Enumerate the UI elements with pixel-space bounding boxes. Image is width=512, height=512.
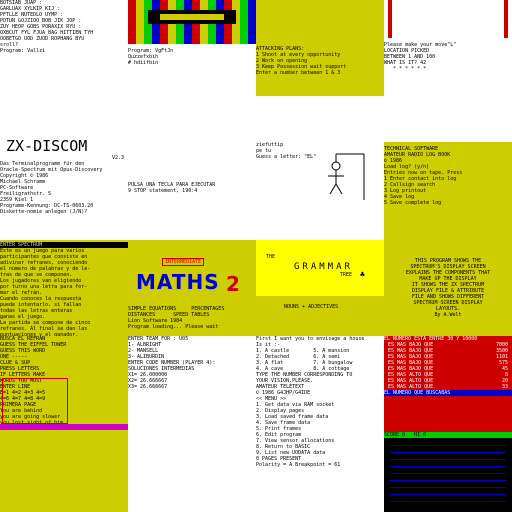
text-fragment — [128, 136, 256, 142]
red-border-right — [504, 0, 508, 38]
text-block: Please make your move"L" LOCATION PICKED B… — [384, 0, 512, 72]
screen-adventure-teletext[interactable]: First I want you to envisage a house Is i… — [256, 336, 384, 512]
screen-radio-logbook[interactable]: TECHNICAL SOFTWARE AMATEUR RADIO LOG BOOK… — [384, 96, 512, 240]
screen-display-explainer[interactable]: THIS PROGRAM SHOWS THE SPECTRUM'S DISPLAY… — [384, 240, 512, 336]
text-line: By A.Welt — [434, 312, 462, 318]
text-block: BOTSIAB JUAP : GARLUAX XYLKIP KIJ : PFTLLE… — [0, 0, 128, 54]
level-badge: INTERMEDIATE — [162, 258, 205, 266]
text-line: # hdiifbin — [128, 60, 159, 66]
screen-run-prompt[interactable]: PULSA UNA TECLA PARA EJECUTAR 9 STOP stat… — [128, 96, 256, 240]
text-block: SIMPLE EQUATIONS PERCENTAGES DISTANCES SP… — [128, 306, 256, 330]
subtitle: NOUNS + ADJECTIVES — [284, 304, 339, 310]
screen-maze-game[interactable]: SCORE 0 HI 0 — [384, 432, 512, 512]
text-block: Das Terminalprogramm für den Oracle-Spect… — [0, 161, 128, 215]
guess-value: 33 — [501, 384, 508, 390]
screen-maths2[interactable]: INTERMEDIATE MATHS 2 SIMPLE EQUATIONS PE… — [128, 240, 256, 336]
grammar-tree: TREE — [340, 272, 353, 278]
white-top-band — [384, 96, 512, 142]
rows: ES MAS BAJO QUE 7000 ES MAS BAJO QUE 3500 ES… — [384, 342, 512, 390]
text-line: Polarity = A Breakpoint = 61 — [256, 462, 341, 468]
text-line: Enter a number between 1 & 3 — [256, 70, 341, 76]
yellow-band — [160, 14, 224, 20]
text-line: X3= 26.666667 — [128, 384, 168, 390]
text-line: 5 Save complete log — [384, 200, 442, 206]
page-title: ZX-DISCOM — [6, 138, 88, 155]
grammar-the: THE — [266, 254, 276, 260]
screen-word-puzzle[interactable]: BOTSIAB JUAP : GARLUAX XYLKIP KIJ : PFTLLE… — [0, 0, 128, 96]
screen-team-entry[interactable]: ENTER TEAM FOR : U05 1- ALBRIGHT 2- MANSEL… — [128, 336, 256, 512]
maths-logo-number: 2 — [226, 272, 240, 296]
magenta-bar — [0, 424, 128, 430]
score-bar: SCORE 0 HI 0 — [384, 432, 512, 438]
screen-refranes-intro[interactable]: ENTER SPECTRUM Este es un juego para var… — [0, 240, 128, 336]
screen-football-tactics[interactable]: ATTACKING PLANS: 1 Shoot at every opportu… — [256, 0, 384, 96]
grammar-title: GRAMMAR — [294, 262, 353, 272]
maths-logo: MATHS — [136, 270, 220, 294]
text-line: Program loading... Please wait — [128, 324, 219, 330]
screenshot-mosaic: BOTSIAB JUAP : GARLUAX XYLKIP KIJ : PFTLLE… — [0, 0, 512, 512]
maze-field — [390, 442, 506, 508]
footer-bar: EL NUMERO QUE BUSCABAS — [384, 390, 512, 396]
screen-number-guess[interactable]: Please make your move"L" LOCATION PICKED B… — [384, 0, 512, 96]
text-block: Program: VgFtJn Quzzefxbih # hdiifbin — [128, 48, 256, 66]
text-block: ENTER TEAM FOR : U05 1- ALBRIGHT 2- MANSEL… — [128, 336, 256, 390]
text-block: THIS PROGRAM SHOWS THE SPECTRUM'S DISPLAY… — [384, 240, 512, 318]
text-line: 9 STOP statement, 190:4 — [128, 188, 198, 194]
text-block: ziefuttip pe tu Guess a letter: "EL" — [256, 96, 384, 160]
gallows-icon — [328, 153, 365, 200]
screen-numero-secreto[interactable]: EL NUMERO ESTA ENTRE 30 Y 10000 ES MAS B… — [384, 336, 512, 432]
text-line: Diskette-nomie anlegen (J/N)? — [0, 209, 88, 215]
screen-hangman[interactable]: ziefuttip pe tu Guess a letter: "EL" — [256, 96, 384, 240]
letters-box — [2, 378, 68, 424]
screen-grammar-tree[interactable]: THE GRAMMAR TREE ♣ NOUNS + ADJECTIVES — [256, 240, 384, 336]
screen-zx-discom[interactable]: ZX-DISCOM V2.3 Das Terminalprogramm für … — [0, 96, 128, 240]
tree-icon: ♣ — [360, 270, 365, 279]
screen-busca-refran[interactable]: BUSCA EL REFRAN GUESS THE EIFFEL TOWER GUE… — [0, 336, 128, 512]
text-block: TECHNICAL SOFTWARE AMATEUR RADIO LOG BOOK… — [384, 146, 512, 206]
screen-pattern-game[interactable]: Program: VgFtJn Quzzefxbih # hdiifbin — [128, 0, 256, 96]
text-line: Program: Vallzi — [0, 48, 46, 54]
red-border-left — [388, 0, 392, 38]
text-block: PULSA UNA TECLA PARA EJECUTAR 9 STOP stat… — [128, 182, 256, 194]
text-block: First I want you to envisage a house Is i… — [256, 336, 384, 468]
text-block: ATTACKING PLANS: 1 Shoot at every opportu… — [256, 0, 384, 76]
text-line: * * * * * * — [384, 66, 427, 72]
text-block: Este es un juego para varios participante… — [0, 248, 128, 336]
